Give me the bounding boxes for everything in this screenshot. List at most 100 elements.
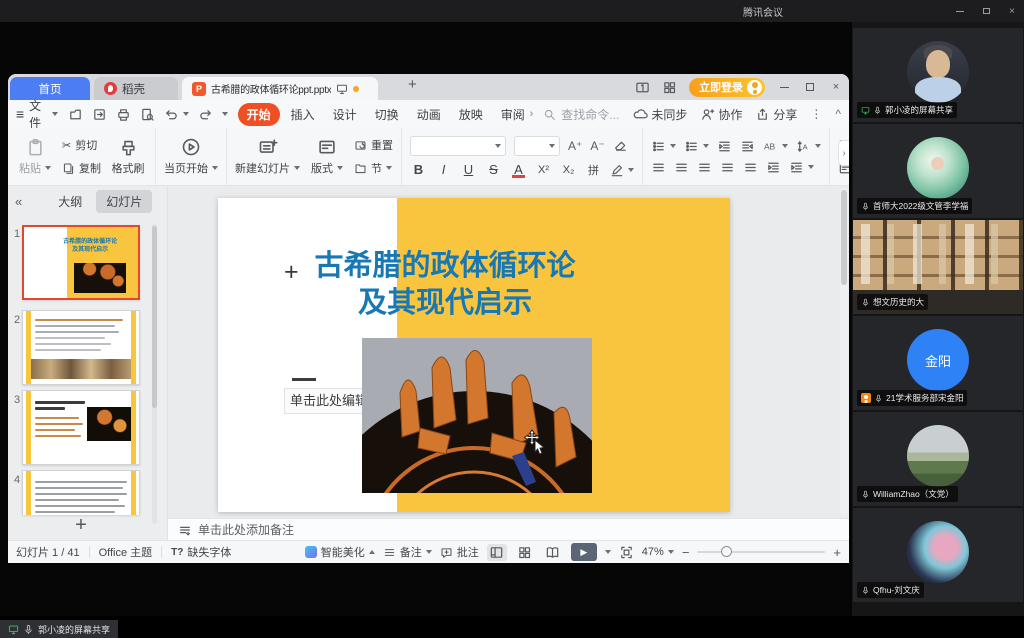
apps-grid-icon[interactable] xyxy=(662,80,677,95)
slide-thumbnail-2[interactable] xyxy=(22,310,140,385)
ribbon-tab-insert[interactable]: 插入 xyxy=(282,103,324,126)
zoom-in-button[interactable]: + xyxy=(833,545,841,560)
undo-icon[interactable] xyxy=(164,107,179,122)
zoom-slider[interactable] xyxy=(697,551,825,553)
play-from-current-button[interactable]: 当页开始 xyxy=(164,137,218,176)
ribbon-overflow-icon[interactable]: › xyxy=(530,108,534,120)
participant-tile[interactable]: Qfhu-刘文庆 xyxy=(853,508,1023,602)
superscript-button[interactable]: X² xyxy=(535,164,552,176)
font-name-select[interactable] xyxy=(410,136,506,156)
normal-view-button[interactable] xyxy=(487,544,507,561)
tab-slides[interactable]: 幻灯片 xyxy=(96,190,152,213)
align-right-icon[interactable] xyxy=(697,160,712,175)
zoom-level[interactable]: 47% xyxy=(642,546,674,558)
add-slide-button[interactable]: + xyxy=(8,514,154,537)
ribbon-tab-home[interactable]: 开始 xyxy=(238,103,280,126)
tab-document[interactable]: P 古希腊的政体循环论ppt.pptx xyxy=(182,77,378,100)
slide-1[interactable]: + 古希腊的政体循环论 及其现代启示 单击此处编辑 xyxy=(218,198,730,512)
pinyin-button[interactable]: 拼 xyxy=(585,162,602,178)
workspace-icon[interactable] xyxy=(635,80,650,95)
underline-button[interactable]: U xyxy=(460,162,477,177)
cut-button[interactable]: ✂剪切 xyxy=(62,137,101,153)
justify-icon[interactable] xyxy=(720,160,735,175)
decrease-font-button[interactable]: A⁻ xyxy=(590,139,604,153)
sync-status[interactable]: 未同步 xyxy=(633,106,687,123)
collaborate-button[interactable]: 协作 xyxy=(700,106,742,123)
ribbon-tab-transition[interactable]: 切换 xyxy=(366,103,408,126)
reading-view-button[interactable] xyxy=(543,544,563,561)
fit-window-icon[interactable] xyxy=(619,545,634,560)
chevron-down-icon[interactable] xyxy=(222,112,228,116)
strikethrough-button[interactable]: S xyxy=(485,162,502,177)
new-tab-button[interactable]: + xyxy=(408,76,417,93)
bold-button[interactable]: B xyxy=(410,162,427,177)
font-size-select[interactable] xyxy=(514,136,560,156)
document-scrollbar[interactable] xyxy=(840,188,848,516)
section-button[interactable]: 节 xyxy=(354,160,393,176)
tab-docer[interactable]: 稻壳 xyxy=(94,77,178,100)
align-center-icon[interactable] xyxy=(674,160,689,175)
numbered-list-button[interactable] xyxy=(684,139,709,154)
theme-name[interactable]: Office 主题 xyxy=(99,544,153,560)
more-options-icon[interactable]: ⋮ xyxy=(810,107,822,121)
share-button[interactable]: 分享 xyxy=(755,106,797,123)
missing-font-warning[interactable]: T? 缺失字体 xyxy=(171,544,231,560)
copy-button[interactable]: 复制 xyxy=(62,160,101,176)
increase-font-button[interactable]: A⁺ xyxy=(568,139,582,153)
collapse-ribbon-icon[interactable]: ^ xyxy=(835,107,841,121)
slide-thumbnail-4[interactable] xyxy=(22,470,140,515)
text-direction-button[interactable] xyxy=(763,139,788,154)
decrease-indent-icon[interactable] xyxy=(717,139,732,154)
slide-title[interactable]: 古希腊的政体循环论 及其现代启示 xyxy=(265,248,625,322)
play-options-icon[interactable] xyxy=(605,550,611,554)
text-orientation-button[interactable] xyxy=(796,139,821,154)
wps-minimize-icon[interactable] xyxy=(777,87,791,88)
align-left-icon[interactable] xyxy=(651,160,666,175)
line-spacing-icon[interactable] xyxy=(766,160,781,175)
highlight-button[interactable] xyxy=(610,163,634,177)
italic-button[interactable]: I xyxy=(435,162,452,177)
layout-button[interactable]: 版式 xyxy=(308,137,346,176)
ribbon-tab-review[interactable]: 审阅 xyxy=(492,103,530,126)
smart-beautify-button[interactable]: 智能美化 xyxy=(305,544,375,560)
greek-vase-image[interactable] xyxy=(362,338,592,493)
paste-button[interactable]: 粘贴 xyxy=(16,138,54,176)
participant-tile[interactable]: 想文历史的大 xyxy=(853,220,1023,314)
ribbon-tab-design[interactable]: 设计 xyxy=(324,103,366,126)
restore-icon[interactable] xyxy=(980,5,992,17)
slide-canvas[interactable]: + 古希腊的政体循环论 及其现代启示 单击此处编辑 xyxy=(168,186,849,518)
slideshow-play-button[interactable]: ▶ xyxy=(571,543,597,561)
slide-sorter-view-button[interactable] xyxy=(515,544,535,561)
login-button[interactable]: 立即登录 xyxy=(689,78,765,97)
export-icon[interactable] xyxy=(92,107,107,122)
redo-icon[interactable] xyxy=(198,107,213,122)
participant-tile[interactable]: 金阳 21学术服务部宋金阳 xyxy=(853,316,1023,410)
reset-button[interactable]: 重置 xyxy=(354,137,393,153)
paragraph-spacing-button[interactable] xyxy=(789,160,814,175)
toolbar-expander-icon[interactable]: › xyxy=(838,140,849,166)
participant-tile[interactable]: 首师大2022级文管李学福 xyxy=(853,124,1023,218)
zoom-slider-thumb[interactable] xyxy=(721,546,732,557)
notes-toggle-button[interactable]: 备注 xyxy=(383,544,432,560)
print-preview-icon[interactable] xyxy=(140,107,155,122)
zoom-out-button[interactable]: − xyxy=(682,545,690,560)
increase-indent-icon[interactable] xyxy=(740,139,755,154)
new-slide-button[interactable]: 新建幻灯片 xyxy=(235,137,300,176)
tab-outline[interactable]: 大纲 xyxy=(48,190,92,213)
collapse-panel-icon[interactable]: « xyxy=(15,194,22,209)
ribbon-tab-animation[interactable]: 动画 xyxy=(408,103,450,126)
panel-scrollbar[interactable] xyxy=(152,224,157,524)
wps-close-icon[interactable]: × xyxy=(829,81,843,93)
file-menu[interactable]: ≡ 文件 xyxy=(16,97,58,131)
format-painter-button[interactable]: 格式刷 xyxy=(109,138,147,176)
notes-bar[interactable]: 单击此处添加备注 xyxy=(168,518,849,540)
font-color-button[interactable]: A xyxy=(510,162,527,177)
slide-thumbnail-3[interactable] xyxy=(22,390,140,465)
close-icon[interactable]: × xyxy=(1006,5,1018,17)
slide-thumbnail-1[interactable]: 古希腊的政体循环论及其现代启示 xyxy=(22,225,140,300)
bullet-list-button[interactable] xyxy=(651,139,676,154)
save-icon[interactable] xyxy=(68,107,83,122)
subscript-button[interactable]: X₂ xyxy=(560,164,577,176)
clear-format-icon[interactable] xyxy=(613,138,628,153)
comments-button[interactable]: 批注 xyxy=(440,544,479,560)
